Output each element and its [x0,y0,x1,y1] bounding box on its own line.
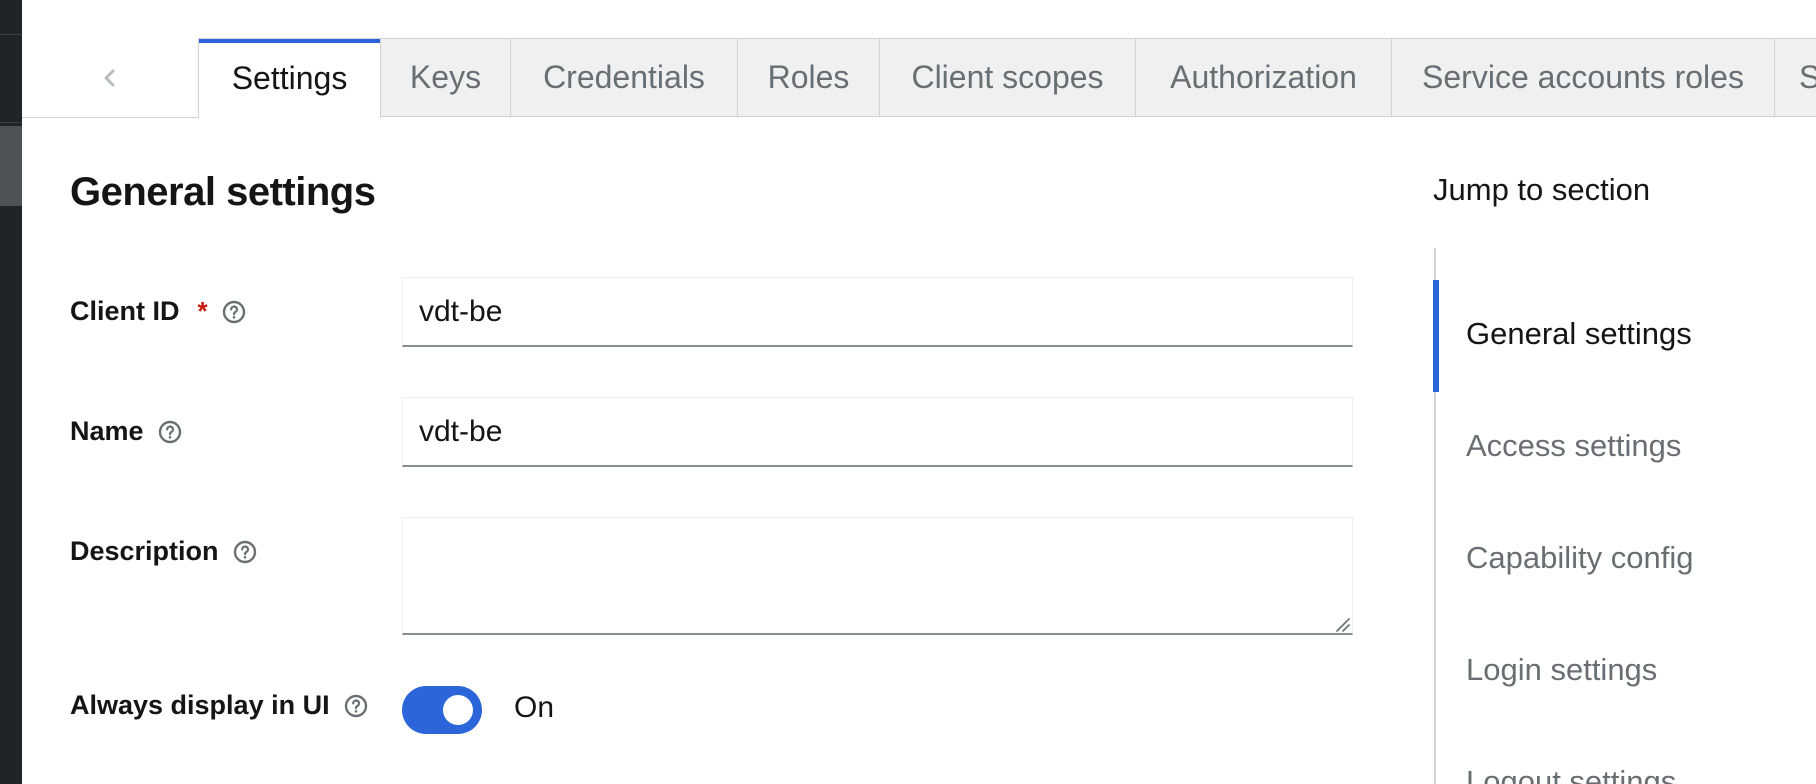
jump-to-section-title: Jump to section [1433,172,1651,207]
description-label-row: Description [70,536,257,567]
tab-label: Roles [767,59,850,95]
always-display-toggle[interactable] [402,686,482,734]
always-display-label-row: Always display in UI [70,690,368,721]
description-textarea[interactable] [402,517,1353,635]
tab-settings[interactable]: Settings [198,38,381,118]
description-label: Description [70,536,219,566]
sidebar-divider [0,34,22,35]
client-id-label: Client ID [70,296,180,326]
page-root: Settings Keys Credentials Roles Client s… [0,0,1816,784]
jump-link-capability-config[interactable]: Capability config [1466,540,1693,576]
help-circle-icon[interactable] [158,420,182,444]
tab-overflow[interactable]: S [1775,38,1816,117]
toggle-knob [443,695,473,725]
name-input[interactable] [402,397,1353,467]
tab-authorization[interactable]: Authorization [1136,38,1392,117]
required-marker: * [197,296,208,326]
help-circle-icon[interactable] [233,540,257,564]
tab-client-scopes[interactable]: Client scopes [880,38,1136,117]
section-title: General settings [70,170,376,214]
name-label: Name [70,416,144,446]
tab-scroll-left-button[interactable] [22,38,198,117]
sidebar-divider [0,122,22,123]
tab-label: Service accounts roles [1422,59,1744,95]
jump-link-logout-settings[interactable]: Logout settings [1466,764,1676,784]
tab-bar: Settings Keys Credentials Roles Client s… [22,38,1816,118]
tab-credentials[interactable]: Credentials [511,38,738,117]
name-label-row: Name [70,416,182,447]
tab-label: Settings [231,60,348,96]
help-circle-icon[interactable] [344,694,368,718]
tab-label: S [1799,59,1816,96]
sidebar-active-item[interactable] [0,126,22,206]
toggle-state-label: On [514,691,555,724]
tab-label: Authorization [1170,59,1357,95]
always-display-label: Always display in UI [70,690,330,720]
chevron-left-icon [104,69,115,86]
tab-bar-baseline [22,117,198,118]
tab-roles[interactable]: Roles [738,38,880,117]
jump-active-indicator [1433,280,1439,392]
client-id-label-row: Client ID * [70,296,246,327]
client-id-input[interactable] [402,277,1353,347]
resize-handle-icon[interactable] [1334,616,1350,632]
tab-label: Credentials [543,59,705,95]
tab-label: Client scopes [911,59,1104,95]
help-circle-icon[interactable] [222,300,246,324]
sidebar-edge [0,0,22,784]
tab-label: Keys [409,59,482,95]
tab-keys[interactable]: Keys [381,38,511,117]
tab-service-accounts-roles[interactable]: Service accounts roles [1392,38,1775,117]
jump-link-login-settings[interactable]: Login settings [1466,652,1657,688]
jump-link-general-settings[interactable]: General settings [1466,316,1692,352]
jump-link-access-settings[interactable]: Access settings [1466,428,1681,464]
